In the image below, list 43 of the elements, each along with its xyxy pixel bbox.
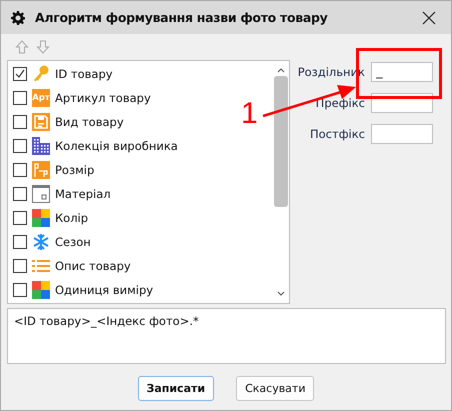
window-icon xyxy=(32,185,50,203)
item-label[interactable]: Матеріал xyxy=(55,187,111,201)
gear-icon xyxy=(11,10,25,24)
list-icon xyxy=(32,257,50,275)
item-label[interactable]: Розмір xyxy=(55,163,94,177)
badge-icon: Арт xyxy=(32,89,50,107)
ruler-icon xyxy=(32,161,50,179)
annotation-number: 1 xyxy=(241,99,258,129)
item-label[interactable]: Колекція виробника xyxy=(55,139,178,153)
color-squares-icon xyxy=(32,209,50,227)
color-squares-icon xyxy=(32,281,50,299)
item-label[interactable]: Артикул товару xyxy=(55,91,151,105)
form-icon xyxy=(32,113,50,131)
checkbox[interactable] xyxy=(13,211,27,225)
item-label[interactable]: Опис товару xyxy=(55,259,131,273)
close-icon xyxy=(422,10,436,24)
save-button[interactable]: Записати xyxy=(138,376,214,401)
key-icon xyxy=(32,65,50,83)
cancel-button[interactable]: Скасувати xyxy=(236,376,314,401)
window-title: Алгоритм формування назви фото товару xyxy=(35,10,328,25)
checkbox[interactable] xyxy=(13,115,27,129)
template-field[interactable]: <ID товару>_<Індекс фото>.* xyxy=(7,308,446,364)
input-field[interactable]: _ xyxy=(371,62,433,82)
checkbox[interactable] xyxy=(13,283,27,297)
scroll-down-icon[interactable] xyxy=(276,290,286,298)
input-field[interactable] xyxy=(371,124,433,144)
item-label[interactable]: Сезон xyxy=(55,235,91,249)
building-icon xyxy=(32,137,50,155)
checkbox[interactable] xyxy=(13,139,27,153)
item-label[interactable]: Колір xyxy=(55,211,88,225)
item-label[interactable]: Одиниця виміру xyxy=(55,283,154,297)
checkbox[interactable] xyxy=(13,259,27,273)
checkbox[interactable] xyxy=(13,163,27,177)
snowflake-icon xyxy=(32,233,50,251)
checkbox[interactable] xyxy=(13,235,27,249)
field-label: Префікс xyxy=(316,96,365,110)
field-label: Постфікс xyxy=(310,127,365,141)
item-label[interactable]: Вид товару xyxy=(55,115,124,129)
scroll-up-icon[interactable] xyxy=(276,66,286,74)
item-label[interactable]: ID товару xyxy=(55,67,113,81)
checkbox[interactable] xyxy=(13,91,27,105)
checkbox[interactable] xyxy=(13,187,27,201)
checkbox[interactable] xyxy=(13,67,27,81)
